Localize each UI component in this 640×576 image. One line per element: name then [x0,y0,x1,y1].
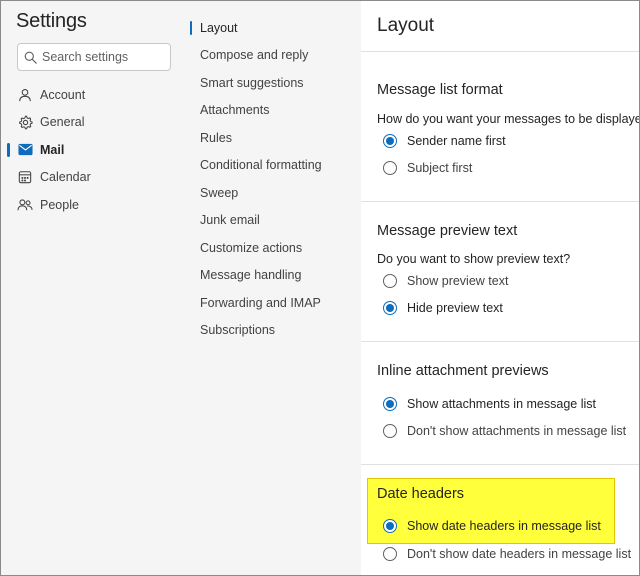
subcategory-smart-suggestions[interactable]: Smart suggestions [187,69,361,97]
section-title-inline-attachment-previews: Inline attachment previews [377,363,549,379]
subcategory-sweep[interactable]: Sweep [187,179,361,207]
section-divider [361,341,639,342]
category-calendar[interactable]: Calendar [1,164,187,192]
radio-show-preview-text[interactable]: Show preview text [383,274,508,288]
subcategory-label: Rules [200,130,232,145]
radio-label: Sender name first [407,134,506,148]
radio-label: Hide preview text [407,301,503,315]
subcategory-label: Message handling [200,268,302,283]
settings-title: Settings [16,10,87,32]
page-title: Layout [377,15,435,36]
subcategory-label: Compose and reply [200,48,309,63]
radio-button[interactable] [383,519,397,533]
section-divider [361,464,639,465]
radio-hide-preview-text[interactable]: Hide preview text [383,301,503,315]
radio-dont-show-attachments[interactable]: Don't show attachments in message list [383,424,626,438]
gear-icon [17,114,33,130]
radio-show-attachments[interactable]: Show attachments in message list [383,397,596,411]
radio-button[interactable] [383,134,397,148]
radio-button[interactable] [383,547,397,561]
subcategory-label: Conditional formatting [200,158,322,173]
subcategory-conditional-formatting[interactable]: Conditional formatting [187,152,361,180]
people-icon [17,197,33,213]
section-title-message-preview-text: Message preview text [377,223,518,239]
settings-category-pane: Settings Account [1,1,187,575]
subcategory-label: Smart suggestions [200,75,304,90]
calendar-icon [17,169,33,185]
subcategory-label: Junk email [200,213,260,228]
subcategory-rules[interactable]: Rules [187,124,361,152]
section-question: Do you want to show preview text? [377,252,571,266]
person-icon [17,87,33,103]
radio-show-date-headers[interactable]: Show date headers in message list [383,519,601,533]
section-divider [361,201,639,202]
category-account[interactable]: Account [1,81,187,109]
subcategory-customize-actions[interactable]: Customize actions [187,234,361,262]
active-indicator [7,143,10,157]
section-title-message-list-format: Message list format [377,82,503,98]
subcategory-label: Attachments [200,103,270,118]
subcategory-subscriptions[interactable]: Subscriptions [187,317,361,345]
category-label: Mail [40,142,65,157]
search-icon [24,51,37,64]
subcategory-forwarding-and-imap[interactable]: Forwarding and IMAP [187,289,361,317]
radio-button[interactable] [383,274,397,288]
radio-button[interactable] [383,424,397,438]
pane-header: Layout [361,1,639,52]
subcategory-message-handling[interactable]: Message handling [187,262,361,290]
active-indicator [190,21,192,35]
radio-label: Show preview text [407,274,509,288]
radio-label: Subject first [407,161,473,175]
subcategory-attachments[interactable]: Attachments [187,97,361,125]
radio-subject-first[interactable]: Subject first [383,161,472,175]
category-list: Account General Mail Calendar People [1,81,187,219]
search-box[interactable] [17,43,171,71]
radio-label: Show date headers in message list [407,519,601,533]
search-input[interactable] [42,50,162,64]
section-question: How do you want your messages to be disp… [377,112,640,126]
settings-window: Settings Account [0,0,640,576]
radio-button[interactable] [383,301,397,315]
category-general[interactable]: General [1,109,187,137]
section-title-date-headers: Date headers [377,486,465,502]
radio-sender-name-first[interactable]: Sender name first [383,134,506,148]
subcategory-layout[interactable]: Layout [187,14,361,42]
mail-icon [17,142,33,158]
radio-label: Don't show attachments in message list [407,424,627,438]
category-label: Account [40,87,86,102]
radio-label: Don't show date headers in message list [407,547,632,561]
subcategory-junk-email[interactable]: Junk email [187,207,361,235]
category-label: Calendar [40,170,91,185]
radio-button[interactable] [383,161,397,175]
subcategory-compose-and-reply[interactable]: Compose and reply [187,42,361,70]
subcategory-label: Forwarding and IMAP [200,295,321,310]
subcategory-label: Customize actions [200,240,303,255]
category-label: General [40,115,85,130]
subcategory-label: Layout [200,20,238,35]
subcategory-label: Subscriptions [200,323,276,338]
radio-dont-show-date-headers[interactable]: Don't show date headers in message list [383,547,631,561]
radio-button[interactable] [383,397,397,411]
category-people[interactable]: People [1,191,187,219]
category-mail[interactable]: Mail [1,136,187,164]
radio-label: Show attachments in message list [407,397,596,411]
category-label: People [40,197,79,212]
mail-subcategory-pane: Layout Compose and reply Smart suggestio… [187,1,361,575]
subcategory-label: Sweep [200,185,239,200]
subcategory-list: Layout Compose and reply Smart suggestio… [187,14,361,344]
